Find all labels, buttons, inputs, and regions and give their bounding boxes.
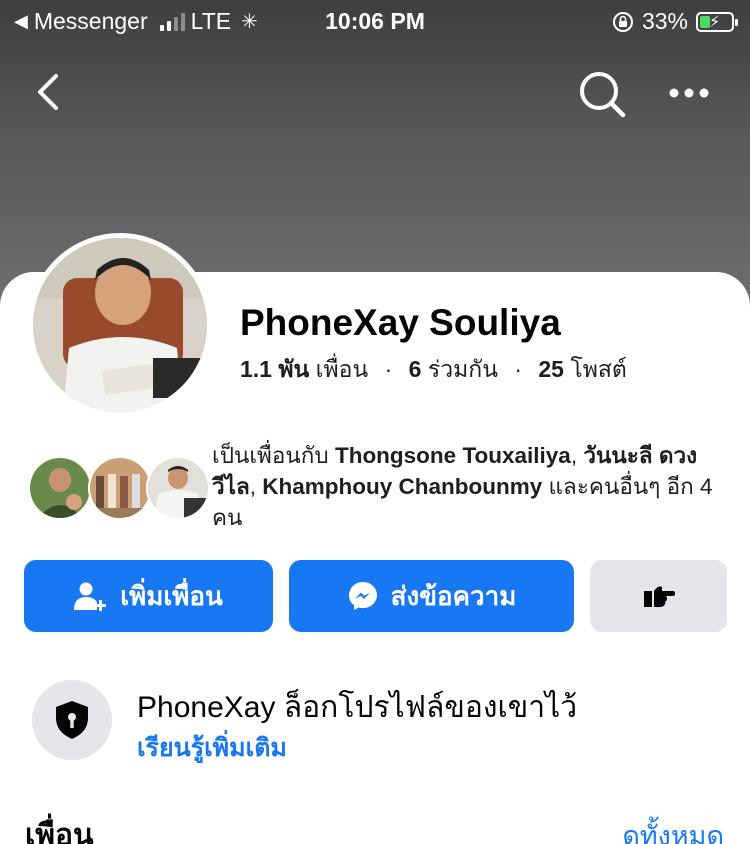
orientation-lock-icon xyxy=(612,11,633,32)
posts-label: โพสต์ xyxy=(570,356,627,382)
see-all-friends-link[interactable]: ดูทั้งหมด xyxy=(622,814,724,844)
battery-percent: 33% xyxy=(641,8,688,34)
mutual-prefix: เป็นเพื่อนกับ xyxy=(212,443,329,468)
more-horizontal-icon[interactable] xyxy=(664,78,714,108)
learn-more-link[interactable]: เรียนรู้เพิ่มเติม xyxy=(137,728,287,768)
separator-dot: · xyxy=(384,356,393,382)
mutual-count: 6 xyxy=(408,356,422,382)
messenger-icon xyxy=(348,582,377,610)
more-actions-button[interactable] xyxy=(590,560,727,632)
add-friend-label: เพิ่มเพื่อน xyxy=(120,580,223,611)
mutual-friends-avatars[interactable] xyxy=(28,456,218,520)
shield-lock-icon xyxy=(56,701,88,739)
profile-name: PhoneXay Souliya xyxy=(240,302,561,343)
friends-section-title: เพื่อน xyxy=(25,819,94,844)
chevron-left-icon[interactable] xyxy=(30,66,70,118)
friends-label: เพื่อน xyxy=(315,356,369,382)
mutual-friend-name[interactable]: Khamphouy Chanbounmy xyxy=(262,474,542,499)
battery-icon: ⚡ xyxy=(696,11,738,32)
status-bar: ◀ Messenger LTE ✳ 10:06 PM 33% ⚡ xyxy=(0,0,750,42)
mutual-avatar[interactable] xyxy=(28,456,92,520)
profile-photo xyxy=(33,238,207,412)
message-label: ส่งข้อความ xyxy=(390,580,517,611)
add-friend-button[interactable]: เพิ่มเพื่อน xyxy=(24,560,273,632)
mutual-avatar[interactable] xyxy=(88,456,152,520)
locked-profile-title: PhoneXay ล็อกโปรไฟล์ของเขาไว้ xyxy=(137,691,578,724)
separator-dot: · xyxy=(514,356,522,382)
profile-stats: 1.1 พัน เพื่อน · 6 ร่วมกัน · 25 โพสต์ xyxy=(240,352,627,388)
posts-count: 25 xyxy=(538,356,564,382)
pointing-hand-icon xyxy=(643,586,675,607)
profile-avatar[interactable] xyxy=(28,233,212,417)
friends-count: 1.1 พัน xyxy=(240,356,310,382)
message-button[interactable]: ส่งข้อความ xyxy=(289,560,574,632)
mutual-avatar[interactable] xyxy=(146,456,210,520)
mutual-friend-name[interactable]: Thongsone Touxailiya xyxy=(335,443,571,468)
mutual-label: ร่วมกัน xyxy=(427,356,498,382)
mutual-friends-text[interactable]: เป็นเพื่อนกับ Thongsone Touxailiya, วันน… xyxy=(212,440,732,533)
search-icon[interactable] xyxy=(576,68,628,120)
locked-profile-badge xyxy=(32,680,112,760)
add-friend-icon xyxy=(74,582,107,611)
